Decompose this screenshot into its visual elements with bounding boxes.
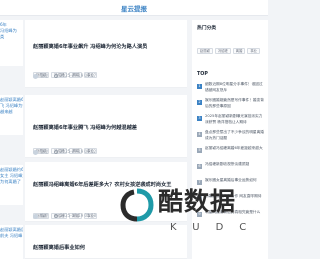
article-date: 2025-07-19 06:07 [60, 73, 97, 78]
article-date: 2025-07-19 06:02 [60, 149, 97, 154]
top-item[interactable]: 4 盘点那些惹出了不少争议的明星离婚成为热门话题 [192, 130, 268, 146]
article-author: 管理 [40, 149, 48, 154]
left-card-line: 为何离婚了 [0, 179, 21, 184]
top-item-text[interactable]: 娱乐圈婚姻竟然是写作事件！婚变背后的那些事原因 [205, 98, 265, 109]
top-navbar: 星云提报 [0, 0, 268, 16]
hot-tag[interactable]: 离婚 [232, 48, 246, 54]
rank-badge: 2 [197, 100, 202, 105]
article-date: 2025-07-19 05:58 [60, 213, 97, 218]
rank-badge: 6 [197, 164, 202, 169]
watermark-text: 酷数据 [158, 187, 237, 216]
top-item-text[interactable]: 赵丽颖冯绍峰离婚6年差距越来越大 [205, 146, 265, 152]
article-author: 管理 [40, 213, 48, 218]
top-item[interactable]: 6 冯绍峰新剧收视惨淡遭质疑 [192, 162, 268, 178]
article-title[interactable]: 赵丽颖离婚6年事业腾飞 冯绍峰为何越混越差 [33, 125, 183, 132]
article-meta: 管理 2025-07-19 06:07 [33, 73, 96, 79]
top-title: TOP [197, 72, 208, 77]
left-card[interactable]: 赵丽颖婚约6年事业 女主 冯绍峰为何离婚 为何离婚了 [0, 165, 23, 205]
rank-badge: 5 [197, 148, 202, 153]
author-avatar-icon [33, 213, 38, 219]
left-card[interactable]: 赵丽颖离婚后事 前夫 冯绍峰 [0, 225, 23, 259]
watermark-logo-icon [120, 188, 154, 222]
top-item-text[interactable]: 细数近期8位明星分手事件！谁因过错被网友怒斥 [205, 82, 265, 93]
top-item[interactable]: 3 2025年赵丽颖新剧曝光演技派实力派获赞 杨洋搭档让人期待 [192, 114, 268, 130]
watermark-subtext: KUDC [170, 222, 263, 233]
left-column-partial: 6年 冯绍峰为 类 赵丽颖离婚6年事 飞 冯绍峰为何疏 越来越 赵丽颖婚约6年事… [0, 20, 23, 259]
author-avatar-icon [33, 149, 38, 155]
article-title[interactable]: 赵丽颖离婚6年事业飙升 冯绍峰为何沦为路人演员 [33, 44, 183, 51]
clock-icon [54, 150, 58, 154]
article-meta: 管理 2025-07-19 05:58 [33, 213, 96, 219]
hot-categories-title: 热门分类 [197, 26, 217, 31]
author-avatar-icon [33, 73, 38, 79]
article-card[interactable]: 赵丽颖离婚6年事业腾飞 冯绍峰为何越混越差 赵丽颖 冯绍峰 离婚 事业 管理 2025-… [25, 95, 187, 158]
top-item[interactable]: 1 细数近期8位明星分手事件！谁因过错被网友怒斥 [192, 82, 268, 98]
top-item[interactable]: 2 娱乐圈婚姻竟然是写作事件！婚变背后的那些事原因 [192, 98, 268, 114]
clock-icon [54, 74, 58, 78]
site-brand[interactable]: 星云提报 [0, 3, 268, 13]
hot-tag[interactable]: 冯绍峰 [214, 48, 231, 54]
left-card-line: 越来越 [0, 109, 13, 114]
left-card[interactable]: 赵丽颖离婚6年事 飞 冯绍峰为何疏 越来越 [0, 95, 23, 135]
rank-badge: 4 [197, 132, 202, 137]
article-meta: 管理 2025-07-19 06:02 [33, 149, 96, 155]
hot-tag[interactable]: 事业 [247, 48, 260, 54]
left-card-line: 类 [0, 34, 5, 39]
article-tags: 赵丽颖 冯绍峰 离婚 事业 [33, 137, 99, 154]
article-author: 管理 [40, 73, 48, 78]
watermark: 酷数据 KUDC [110, 182, 270, 252]
top-item-text[interactable]: 盘点那些惹出了不少争议的明星离婚成为热门话题 [205, 130, 265, 141]
top-item-text[interactable]: 冯绍峰新剧收视惨淡遭质疑 [205, 162, 265, 168]
left-card-line: 前夫 冯绍峰 [0, 233, 23, 238]
article-tags: 赵丽颖 冯绍峰 离婚 事业 [33, 202, 99, 219]
rank-badge: 3 [197, 116, 202, 121]
left-card[interactable]: 6年 冯绍峰为 类 [0, 20, 23, 66]
rank-badge: 1 [197, 84, 202, 89]
top-item-text[interactable]: 2025年赵丽颖新剧曝光演技派实力派获赞 杨洋搭档让人期待 [205, 114, 265, 125]
article-tags: 赵丽颖 冯绍峰 离婚 事业 [33, 61, 99, 78]
article-card[interactable]: 赵丽颖离婚6年事业飙升 冯绍峰为何沦为路人演员 赵丽颖 冯绍峰 离婚 事业 管理 202… [25, 20, 187, 88]
clock-icon [54, 214, 58, 218]
top-item[interactable]: 5 赵丽颖冯绍峰离婚6年差距越来越大 [192, 146, 268, 162]
hot-tag[interactable]: 赵丽颖 [197, 48, 213, 54]
